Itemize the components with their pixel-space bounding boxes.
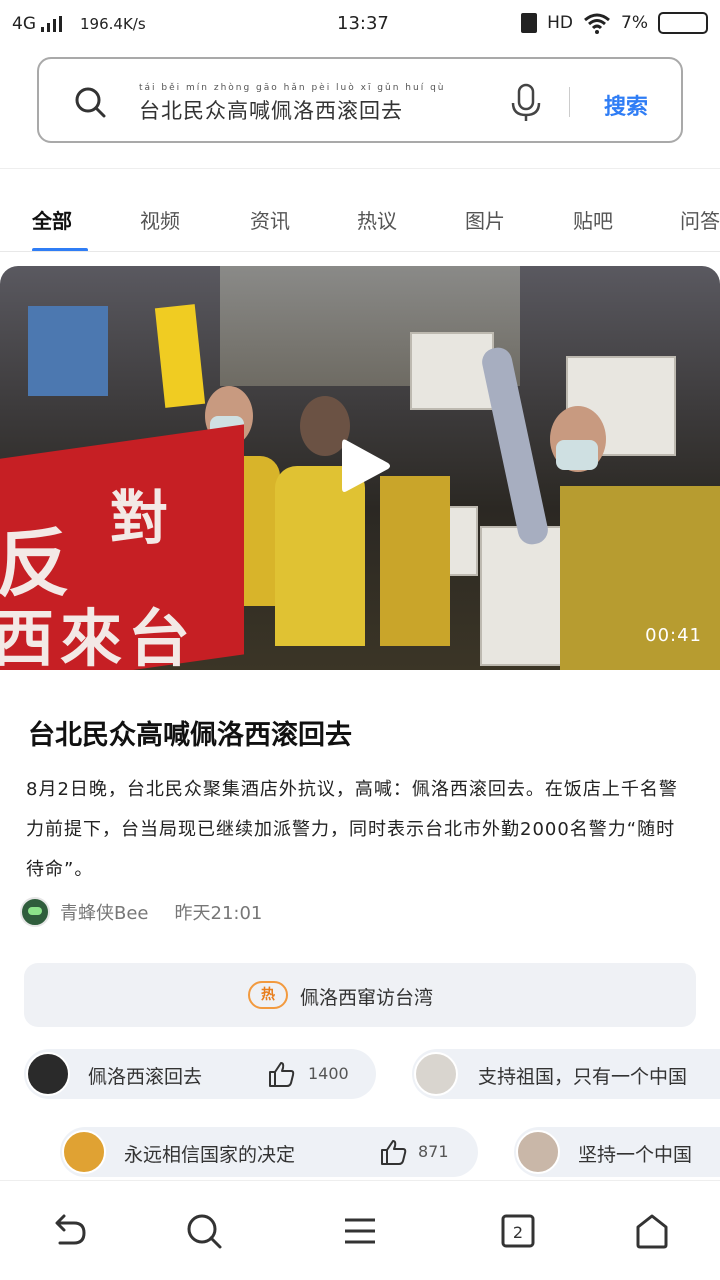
like-count: 1400 (308, 1064, 349, 1083)
article-summary[interactable]: 8月2日晚，台北民众聚集酒店外抗议，高喊：佩洛西滚回去。在饭店上千名警力前提下，… (26, 770, 694, 890)
search-divider (569, 87, 570, 117)
status-left: 4G 196.4K/s (12, 14, 146, 34)
tab-divider (0, 251, 720, 252)
chip-text: 坚持一个中国 (578, 1144, 693, 1166)
search-button[interactable]: 搜索 (604, 89, 648, 121)
chip-avatar (62, 1130, 106, 1174)
tab-news[interactable]: 资讯 (250, 205, 290, 234)
video-scene-arm (479, 345, 551, 547)
tab-tieba[interactable]: 贴吧 (573, 205, 613, 234)
video-banner-text: 對 (110, 484, 169, 552)
back-icon[interactable] (48, 1211, 88, 1251)
svg-text:2: 2 (513, 1223, 523, 1242)
category-tabs: 全部 视频 资讯 热议 图片 贴吧 问答 (0, 168, 720, 252)
video-duration: 00:41 (645, 625, 702, 646)
related-chip[interactable]: 佩洛西滚回去 1400 (24, 1049, 376, 1099)
search-icon[interactable] (74, 86, 106, 118)
bottom-navigation: 2 (0, 1180, 720, 1280)
like-count: 871 (418, 1142, 449, 1161)
mic-icon[interactable] (509, 83, 543, 123)
tab-images[interactable]: 图片 (465, 205, 505, 234)
video-scene-mask (556, 440, 598, 470)
chip-text: 支持祖国，只有一个中国 (478, 1066, 688, 1088)
video-player[interactable]: 對 反 西來台 00:41 (0, 266, 720, 670)
hot-badge: 热 (248, 981, 288, 1009)
tabs-icon[interactable]: 2 (498, 1211, 538, 1251)
post-time: 昨天21:01 (174, 903, 263, 924)
thumbs-up-icon (381, 1140, 407, 1165)
related-chip[interactable]: 支持祖国，只有一个中国 (412, 1049, 720, 1099)
video-scene-flag (154, 304, 206, 408)
sim-icon (521, 13, 538, 33)
network-speed: 196.4K/s (80, 15, 146, 33)
video-banner-text: 西來台 (0, 602, 197, 670)
video-scene-sign (28, 306, 108, 396)
related-chip[interactable]: 永远相信国家的决定 871 (60, 1127, 478, 1177)
tab-video[interactable]: 视频 (140, 205, 180, 234)
home-icon[interactable] (632, 1211, 672, 1251)
thumbs-up-icon (269, 1062, 295, 1087)
author-row: 青蜂侠Bee 昨天21:01 (20, 897, 262, 927)
hot-topic-text: 佩洛西窜访台湾 (300, 987, 434, 1009)
menu-icon[interactable] (340, 1211, 380, 1251)
tab-qa[interactable]: 问答 (680, 205, 720, 234)
chip-text: 佩洛西滚回去 (88, 1066, 203, 1088)
article-title[interactable]: 台北民众高喊佩洛西滚回去 (28, 713, 352, 752)
status-right: HD 7% (521, 12, 708, 34)
status-bar: 4G 196.4K/s 13:37 HD 7% (0, 0, 720, 52)
chip-avatar (26, 1052, 70, 1096)
wifi-icon (584, 13, 610, 34)
search-bar[interactable]: tái běi mín zhòng gāo hǎn pèi luò xī gǔn… (37, 57, 683, 143)
author-name[interactable]: 青蜂侠Bee (60, 899, 149, 925)
clock: 13:37 (337, 13, 389, 34)
chip-text: 永远相信国家的决定 (124, 1144, 296, 1166)
battery-icon (658, 12, 708, 34)
search-icon[interactable] (184, 1211, 224, 1251)
network-type: 4G (12, 14, 36, 34)
video-scene-sign (410, 332, 494, 410)
hot-topic-card[interactable]: 热 佩洛西窜访台湾 (24, 963, 696, 1027)
tab-all[interactable]: 全部 (32, 205, 72, 234)
author-avatar[interactable] (20, 897, 50, 927)
search-input[interactable]: 台北民众高喊佩洛西滚回去 (139, 95, 403, 125)
tab-hot-discussion[interactable]: 热议 (357, 205, 397, 234)
signal-icon (41, 16, 62, 32)
play-icon[interactable] (340, 436, 392, 496)
chip-avatar (516, 1130, 560, 1174)
video-scene-person (380, 476, 450, 646)
chip-avatar (414, 1052, 458, 1096)
battery-percent: 7% (621, 13, 648, 33)
related-chip[interactable]: 坚持一个中国 (514, 1127, 720, 1177)
hd-indicator: HD (547, 13, 574, 33)
search-pinyin: tái běi mín zhòng gāo hǎn pèi luò xī gǔn… (139, 83, 446, 93)
